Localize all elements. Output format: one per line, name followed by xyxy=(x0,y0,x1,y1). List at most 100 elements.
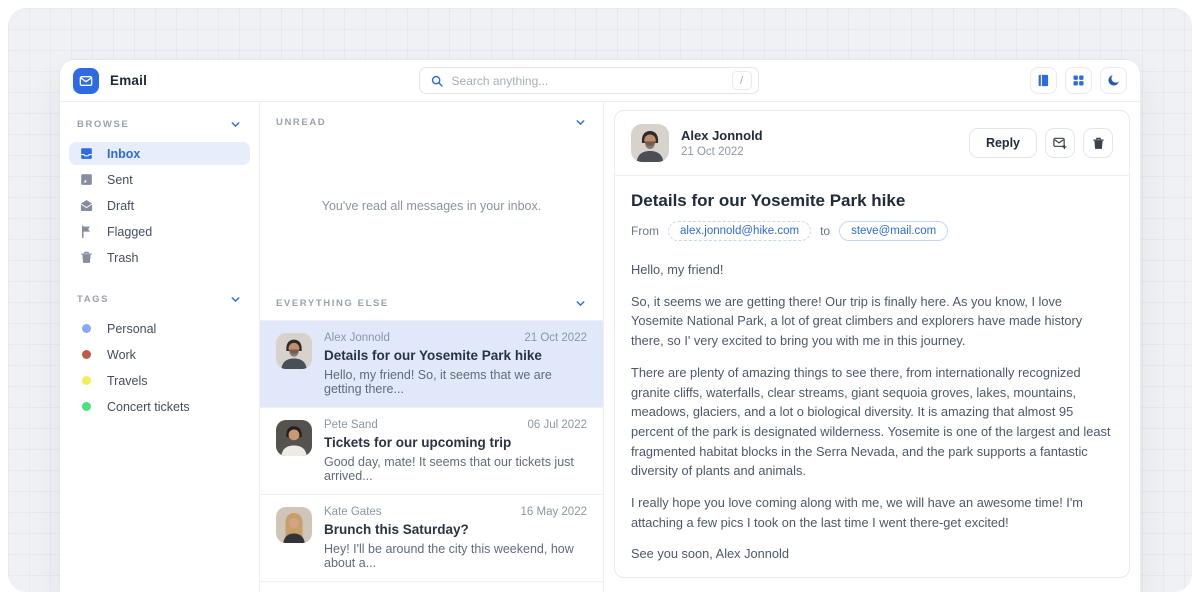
to-label: to xyxy=(820,224,830,238)
everything-else-label: EVERYTHING ELSE xyxy=(276,298,389,309)
from-label: From xyxy=(631,224,659,238)
mail-item-subject: Tickets for our upcoming trip xyxy=(324,435,587,450)
mail-item-sender: Kate Gates xyxy=(324,506,382,518)
body-paragraph: Hello, my friend! xyxy=(631,260,1113,280)
tag-label: Work xyxy=(107,348,136,362)
detail-sender-block: Alex Jonnold 21 Oct 2022 xyxy=(681,128,763,158)
mail-item-subject: Details for our Yosemite Park hike xyxy=(324,348,587,363)
mail-item-preview: Hey! I'll be around the city this weeken… xyxy=(324,542,587,570)
mail-item-subject: Brunch this Saturday? xyxy=(324,522,587,537)
message-list-column: UNREAD You've read all messages in your … xyxy=(260,102,604,592)
search-icon xyxy=(430,74,444,88)
tag-label: Concert tickets xyxy=(107,400,190,414)
sidebar-item-inbox[interactable]: Inbox xyxy=(69,142,250,165)
dark-mode-button[interactable] xyxy=(1100,67,1127,94)
tag-item-personal[interactable]: Personal xyxy=(69,317,250,340)
sidebar-item-label: Flagged xyxy=(107,225,152,239)
mail-list-item-alex[interactable]: Alex Jonnold 21 Oct 2022 Details for our… xyxy=(260,320,603,407)
detail-subject: Details for our Yosemite Park hike xyxy=(631,191,1113,211)
envelope-plus-icon xyxy=(1052,135,1068,151)
tag-color-dot xyxy=(82,402,91,411)
sidebar-item-draft[interactable]: Draft xyxy=(69,194,250,217)
app-title: Email xyxy=(110,73,147,88)
sidebar-item-label: Draft xyxy=(107,199,134,213)
from-email-pill[interactable]: alex.jonnold@hike.com xyxy=(668,221,811,241)
detail-subject-block: Details for our Yosemite Park hike From … xyxy=(615,176,1129,241)
body-paragraph: See you soon, Alex Jonnold xyxy=(631,544,1113,564)
tag-color-dot xyxy=(82,324,91,333)
tag-label: Travels xyxy=(107,374,148,388)
library-button[interactable] xyxy=(1030,67,1057,94)
to-email-pill[interactable]: steve@mail.com xyxy=(839,221,948,241)
apps-grid-button[interactable] xyxy=(1065,67,1092,94)
moon-icon xyxy=(1106,73,1121,88)
detail-body: Hello, my friend! So, it seems we are ge… xyxy=(615,241,1129,564)
search-shortcut-badge: / xyxy=(732,71,752,90)
unread-section-header[interactable]: UNREAD xyxy=(260,102,603,131)
delete-button[interactable] xyxy=(1083,128,1113,158)
unread-label: UNREAD xyxy=(276,117,326,128)
page-background: Email / xyxy=(8,8,1192,592)
tag-label: Personal xyxy=(107,322,156,336)
chevron-down-icon[interactable] xyxy=(229,118,242,131)
mail-list-item-kate[interactable]: Kate Gates 16 May 2022 Brunch this Satur… xyxy=(260,494,603,582)
sidebar-item-trash[interactable]: Trash xyxy=(69,246,250,269)
avatar-pete-sand xyxy=(276,420,312,456)
sent-icon xyxy=(79,172,94,187)
mail-item-sender: Pete Sand xyxy=(324,419,378,431)
detail-date: 21 Oct 2022 xyxy=(681,146,763,158)
chevron-down-icon[interactable] xyxy=(574,116,587,129)
mail-item-sender: Alex Jonnold xyxy=(324,332,390,344)
body-paragraph: So, it seems we are getting there! Our t… xyxy=(631,292,1113,351)
inbox-icon xyxy=(79,146,94,161)
chevron-down-icon[interactable] xyxy=(229,293,242,306)
body-paragraph: I really hope you love coming along with… xyxy=(631,493,1113,532)
mail-item-date: 06 Jul 2022 xyxy=(528,419,587,431)
trash-icon xyxy=(79,250,94,265)
tag-item-work[interactable]: Work xyxy=(69,343,250,366)
reply-button[interactable]: Reply xyxy=(969,128,1037,158)
avatar-kate-gates xyxy=(276,507,312,543)
mail-item-date: 16 May 2022 xyxy=(521,506,588,518)
browse-section-header[interactable]: BROWSE xyxy=(69,114,250,139)
tag-item-travels[interactable]: Travels xyxy=(69,369,250,392)
sidebar-item-flagged[interactable]: Flagged xyxy=(69,220,250,243)
tags-label: TAGS xyxy=(77,294,109,305)
message-detail-column: Alex Jonnold 21 Oct 2022 Reply xyxy=(604,102,1140,592)
trash-icon xyxy=(1091,136,1106,151)
top-actions xyxy=(1030,67,1127,94)
brand: Email xyxy=(73,68,147,94)
chevron-down-icon[interactable] xyxy=(574,297,587,310)
sidebar-item-sent[interactable]: Sent xyxy=(69,168,250,191)
search-bar[interactable]: / xyxy=(419,67,759,94)
mail-list-item-pete[interactable]: Pete Sand 06 Jul 2022 Tickets for our up… xyxy=(260,407,603,494)
sidebar-item-label: Trash xyxy=(107,251,139,265)
mail-item-preview: Good day, mate! It seems that our ticket… xyxy=(324,455,587,483)
tag-item-concert-tickets[interactable]: Concert tickets xyxy=(69,395,250,418)
grid-icon xyxy=(1071,73,1086,88)
detail-header: Alex Jonnold 21 Oct 2022 Reply xyxy=(615,111,1129,176)
detail-actions: Reply xyxy=(969,128,1113,158)
tags-section-header[interactable]: TAGS xyxy=(69,289,250,314)
sidebar-item-label: Sent xyxy=(107,173,133,187)
tag-color-dot xyxy=(82,350,91,359)
search-input[interactable] xyxy=(452,74,724,88)
mark-unread-button[interactable] xyxy=(1045,128,1075,158)
detail-sender-name: Alex Jonnold xyxy=(681,128,763,143)
email-app-window: Email / xyxy=(60,60,1140,592)
book-icon xyxy=(1036,73,1051,88)
everything-else-section-header[interactable]: EVERYTHING ELSE xyxy=(260,281,603,320)
browse-label: BROWSE xyxy=(77,119,129,130)
message-detail-card: Alex Jonnold 21 Oct 2022 Reply xyxy=(614,110,1130,578)
mail-item-preview: Hello, my friend! So, it seems that we a… xyxy=(324,368,587,396)
unread-empty-message: You've read all messages in your inbox. xyxy=(260,131,603,281)
mail-items: Alex Jonnold 21 Oct 2022 Details for our… xyxy=(260,320,603,582)
tag-color-dot xyxy=(82,376,91,385)
sidebar: BROWSE Inbox xyxy=(60,102,260,592)
avatar-alex-jonnold xyxy=(276,333,312,369)
mail-item-date: 21 Oct 2022 xyxy=(524,332,587,344)
browse-nav: Inbox Sent Draft xyxy=(69,142,250,269)
email-logo-icon xyxy=(73,68,99,94)
top-bar: Email / xyxy=(60,60,1140,102)
avatar-alex-jonnold xyxy=(631,124,669,162)
